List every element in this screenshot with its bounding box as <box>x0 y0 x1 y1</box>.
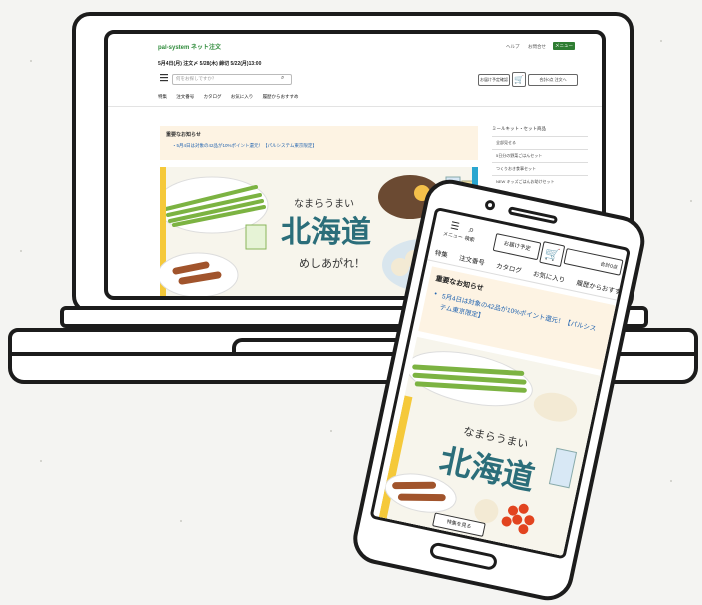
delivery-schedule-button[interactable]: お届け予定確認 <box>478 74 510 86</box>
background-speck <box>180 520 182 522</box>
search-placeholder: 何をお探しですか？ <box>176 76 217 81</box>
search-icon[interactable]: ⌕ <box>281 75 284 82</box>
nav-item-feature[interactable]: 特集 <box>434 250 448 260</box>
background-speck <box>20 250 22 252</box>
nav-item-recommend[interactable]: 履歴からおすすめ <box>263 94 299 99</box>
sidebar-divider <box>492 162 588 163</box>
phone-search-label: 検索 <box>463 235 475 244</box>
cart-icon[interactable]: 🛒 <box>512 72 526 87</box>
site-logo[interactable]: pal-system ネット注文 <box>158 42 221 51</box>
background-speck <box>690 200 692 202</box>
contact-link[interactable]: お問合せ <box>528 44 546 50</box>
help-link[interactable]: ヘルプ <box>506 44 520 50</box>
phone-order-button[interactable]: 合計0点 <box>563 248 624 276</box>
cart-icon[interactable]: 🛒 <box>539 241 566 268</box>
phone-delivery-button[interactable]: お届け予定 <box>492 233 542 261</box>
background-speck <box>330 430 332 432</box>
phone-search-button[interactable]: ⌕ 検索 <box>463 224 477 244</box>
menu-button[interactable]: メニュー <box>553 42 575 50</box>
nav-item-order-number[interactable]: 注文番号 <box>458 255 485 267</box>
nav-item-feature[interactable]: 特集 <box>158 94 167 99</box>
background-speck <box>40 460 42 462</box>
background-speck <box>30 60 32 62</box>
background-speck <box>670 480 672 482</box>
order-total-button[interactable]: 合計0点 注文へ <box>528 74 578 86</box>
sidebar-item-veg-set[interactable]: 5日分の野菜ごはんセット <box>496 153 542 159</box>
hamburger-menu-icon[interactable] <box>158 72 170 84</box>
sidebar-divider <box>492 175 588 176</box>
phone-menu-button[interactable]: ☰ メニュー <box>442 220 465 241</box>
sidebar-title: ミールキット・セット商品 <box>492 126 546 131</box>
nav-item-order-number[interactable]: 注文番号 <box>176 94 194 99</box>
notice-link[interactable]: ・5月4日は対象の42品が10%ポイント還元！【パルシステム東京限定】 <box>172 143 317 149</box>
sidebar-item-meal-set[interactable]: つくりおき食事セット <box>496 166 536 172</box>
nav-item-favorites[interactable]: お気に入り <box>231 94 254 99</box>
banner-catchphrase: なまらうまい <box>294 198 354 210</box>
sidebar-item-all[interactable]: 全部見せる <box>496 140 516 146</box>
delivery-date: 5月4日(月) 注文〆 5/28(木) 締切 5/22(月)13:00 <box>158 61 262 67</box>
sidebar-divider <box>492 149 588 150</box>
main-nav: 特集 注文番号 カタログ お気に入り 履歴からおすすめ <box>158 94 307 100</box>
notice-title: 重要なお知らせ <box>166 132 201 138</box>
nav-item-catalog[interactable]: カタログ <box>495 263 522 275</box>
nav-item-catalog[interactable]: カタログ <box>204 94 222 99</box>
header-divider <box>108 106 602 107</box>
banner-subline: めしあがれ！ <box>299 256 365 270</box>
background-speck <box>660 40 662 42</box>
nav-item-recommend[interactable]: 履歴からおすすめ <box>576 280 628 298</box>
phone-hokkaido-banner[interactable]: なまらうまい 北海道 <box>378 336 601 558</box>
sidebar-item-kids-set[interactable]: NEW キッズごはんお助けセット <box>496 179 554 185</box>
sidebar-divider <box>492 136 588 137</box>
banner-headline: 北海道 <box>281 215 371 250</box>
